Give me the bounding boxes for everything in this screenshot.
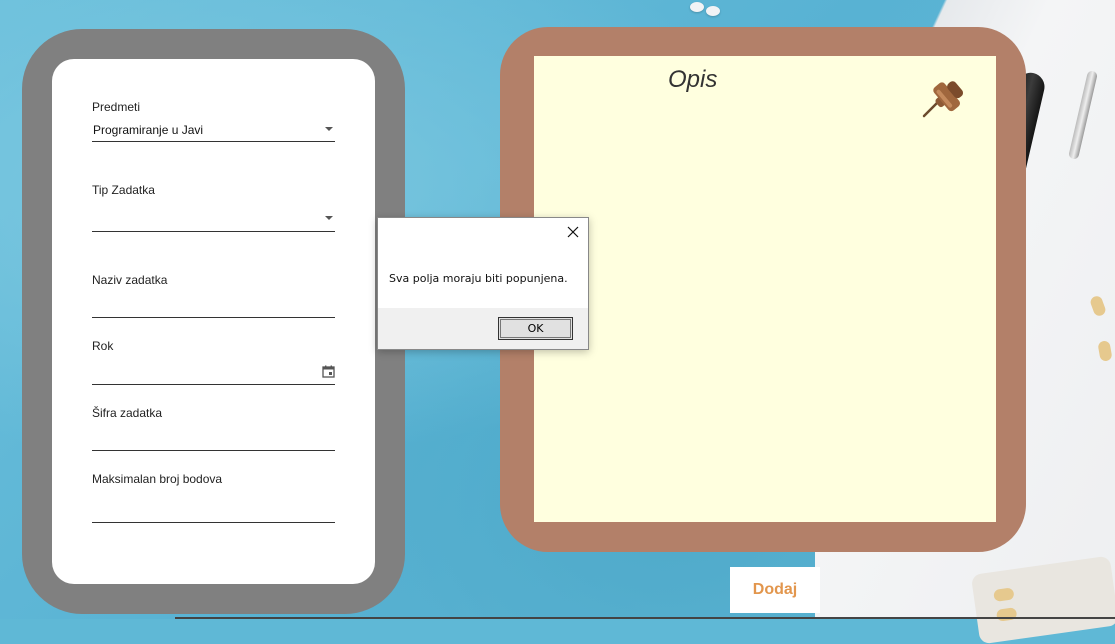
tip-zadatka-underline (92, 231, 335, 232)
maksimalan-broj-bodova-underline (92, 522, 335, 523)
rok-date-field[interactable]: Rok (92, 339, 335, 385)
tip-zadatka-dropdown[interactable]: Tip Zadatka (92, 183, 335, 232)
rok-label: Rok (92, 339, 114, 353)
dodaj-button[interactable]: Dodaj (730, 567, 820, 613)
ok-button[interactable]: OK (498, 317, 573, 340)
validation-dialog: Sva polja moraju biti popunjena. OK (377, 217, 589, 350)
sifra-zadatka-label: Šifra zadatka (92, 406, 163, 420)
chevron-down-icon (325, 216, 333, 220)
predmeti-dropdown[interactable]: Predmeti Programiranje u Javi (92, 100, 335, 142)
pill-decoration (690, 2, 704, 12)
close-icon[interactable] (564, 223, 582, 241)
predmeti-label: Predmeti (92, 100, 141, 114)
predmeti-value: Programiranje u Javi (93, 123, 204, 137)
pill-decoration (993, 587, 1015, 603)
maksimalan-broj-bodova-label: Maksimalan broj bodova (92, 472, 223, 486)
dialog-message: Sva polja moraju biti popunjena. (389, 272, 568, 285)
rok-underline (92, 384, 335, 385)
naziv-zadatka-label: Naziv zadatka (92, 273, 168, 287)
pill-decoration (706, 6, 720, 16)
naziv-zadatka-underline (92, 317, 335, 318)
tip-zadatka-label: Tip Zadatka (92, 183, 155, 197)
maksimalan-broj-bodova-field[interactable]: Maksimalan broj bodova (92, 472, 335, 523)
sifra-zadatka-field[interactable]: Šifra zadatka (92, 406, 335, 451)
sifra-zadatka-underline (92, 450, 335, 451)
pushpin-icon (922, 81, 964, 118)
opis-textarea[interactable] (534, 56, 996, 522)
chevron-down-icon (325, 127, 333, 131)
naziv-zadatka-field[interactable]: Naziv zadatka (92, 273, 335, 318)
dialog-footer: OK (378, 308, 588, 349)
calendar-icon[interactable] (322, 365, 335, 378)
pill-decoration (995, 607, 1018, 622)
predmeti-underline (92, 141, 335, 142)
opis-title: Opis (668, 66, 718, 93)
